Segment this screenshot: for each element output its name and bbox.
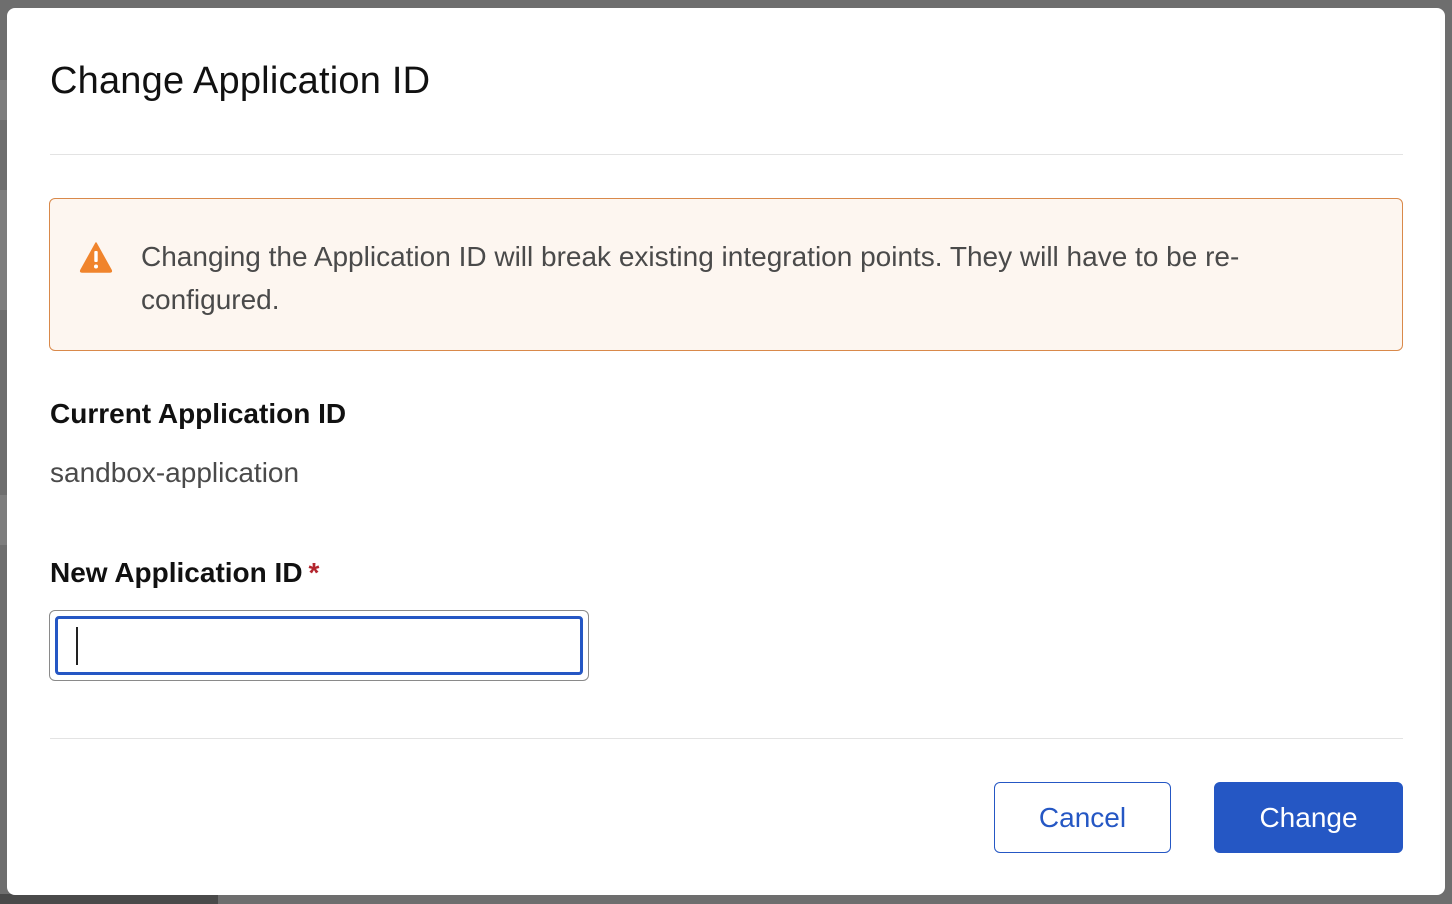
new-id-input[interactable] <box>55 616 583 675</box>
dialog-title: Change Application ID <box>50 60 431 102</box>
change-application-id-dialog: Change Application ID Changing the Appli… <box>7 8 1445 895</box>
warning-triangle-icon <box>79 242 113 273</box>
warning-alert: Changing the Application ID will break e… <box>49 198 1403 351</box>
new-id-label: New Application ID * <box>50 557 319 589</box>
current-id-value: sandbox-application <box>50 457 300 488</box>
new-id-label-text: New Application ID <box>50 557 303 588</box>
header-divider <box>50 154 1403 155</box>
warning-message: Changing the Application ID will break e… <box>141 241 1240 315</box>
current-id-label: Current Application ID <box>50 398 347 429</box>
change-button[interactable]: Change <box>1214 782 1403 853</box>
backdrop-decoration <box>0 894 218 904</box>
new-id-focus-ring <box>49 610 589 681</box>
footer-divider <box>50 738 1403 739</box>
cancel-button[interactable]: Cancel <box>994 782 1171 853</box>
text-cursor <box>76 627 78 665</box>
required-asterisk: * <box>308 557 320 588</box>
